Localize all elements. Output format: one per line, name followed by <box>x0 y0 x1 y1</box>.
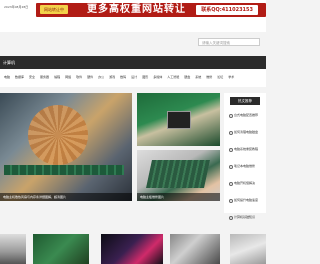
category-item[interactable]: 服务器 <box>40 75 49 79</box>
hot-articles-panel: 热文推荐 台式电脑配置推荐 如何清理电脑磁盘 电脑系统重装教程 笔记本电脑维修 … <box>224 93 266 220</box>
category-item[interactable]: 硬盘 <box>184 75 190 79</box>
board-graphic <box>146 160 210 188</box>
category-item[interactable]: 安全 <box>29 75 35 79</box>
category-row: 电脑 数据库 安全 服务器 编程 网络 软件 硬件 办公 游戏 数码 设计 图形… <box>0 69 266 87</box>
category-list: 电脑 数据库 安全 服务器 编程 网络 软件 硬件 办公 游戏 数码 设计 图形… <box>4 75 234 79</box>
category-item[interactable]: 软件 <box>76 75 82 79</box>
top-header: 2023年08月28日 网站转让中 更多高权重网站转让 联系QQ:4110231… <box>0 0 266 32</box>
strip-image[interactable] <box>0 234 26 264</box>
promo-banner[interactable]: 网站转让中 更多高权重网站转让 联系QQ:411023153 <box>36 3 266 17</box>
hot-item[interactable]: 笔记本电脑维修 <box>229 164 266 181</box>
category-item[interactable]: 游戏 <box>109 75 115 79</box>
category-item[interactable]: 硬件 <box>87 75 93 79</box>
search-input[interactable]: 请输入关键词搜索 <box>198 38 260 46</box>
banner-headline: 更多高权重网站转让 <box>87 4 186 15</box>
category-item[interactable]: 图形 <box>142 75 148 79</box>
banner-badge: 网站转让中 <box>40 5 68 14</box>
cpu-fan-graphic <box>28 105 88 165</box>
category-item[interactable]: 网络 <box>65 75 71 79</box>
strip-image[interactable] <box>101 234 163 264</box>
chip-graphic <box>167 111 191 129</box>
ram-graphic <box>4 165 124 175</box>
hot-heading: 热文推荐 <box>230 97 260 105</box>
category-item[interactable]: 数据库 <box>15 75 24 79</box>
category-item[interactable]: 维修 <box>206 75 212 79</box>
hero-caption[interactable]: 电脑主机散热风扇与内存条详细图解，超清图片 <box>0 193 132 201</box>
category-item[interactable]: 人工智能 <box>167 75 179 79</box>
hot-item[interactable]: 如何清理电脑磁盘 <box>229 130 266 147</box>
hot-item[interactable]: 电脑系统重装教程 <box>229 147 266 164</box>
hot-item[interactable]: 电脑开机慢解决 <box>229 181 266 198</box>
category-item[interactable]: 数码 <box>120 75 126 79</box>
hot-list: 台式电脑配置推荐 如何清理电脑磁盘 电脑系统重装教程 笔记本电脑维修 电脑开机慢… <box>229 113 266 232</box>
thumb-caption[interactable]: 电脑主板维修图片 <box>137 193 220 201</box>
category-item[interactable]: 编程 <box>54 75 60 79</box>
thumb-image-2[interactable]: 电脑主板维修图片 <box>137 150 220 201</box>
hero-image[interactable]: 电脑主机散热风扇与内存条详细图解，超清图片 <box>0 93 132 201</box>
nav-title[interactable]: 计算机 <box>3 56 15 69</box>
category-item[interactable]: 系统 <box>195 75 201 79</box>
date-text: 2023年08月28日 <box>4 5 29 9</box>
category-item[interactable]: 论坛 <box>217 75 223 79</box>
category-item[interactable]: 多媒体 <box>153 75 162 79</box>
banner-contact[interactable]: 联系QQ:411023153 <box>196 5 258 15</box>
hot-item[interactable]: 计算机基础知识 <box>229 215 266 232</box>
strip-image[interactable] <box>170 234 220 264</box>
category-item[interactable]: 学术 <box>228 75 234 79</box>
hot-item[interactable]: 如何提升电脑速度 <box>229 198 266 215</box>
category-item[interactable]: 电脑 <box>4 75 10 79</box>
main-navbar: 计算机 <box>0 56 266 69</box>
image-strip <box>0 234 266 264</box>
category-item[interactable]: 办公 <box>98 75 104 79</box>
category-item[interactable]: 设计 <box>131 75 137 79</box>
strip-image[interactable] <box>33 234 89 264</box>
hot-item[interactable]: 台式电脑配置推荐 <box>229 113 266 130</box>
strip-image[interactable] <box>230 234 266 264</box>
thumb-image-1[interactable] <box>137 93 220 146</box>
